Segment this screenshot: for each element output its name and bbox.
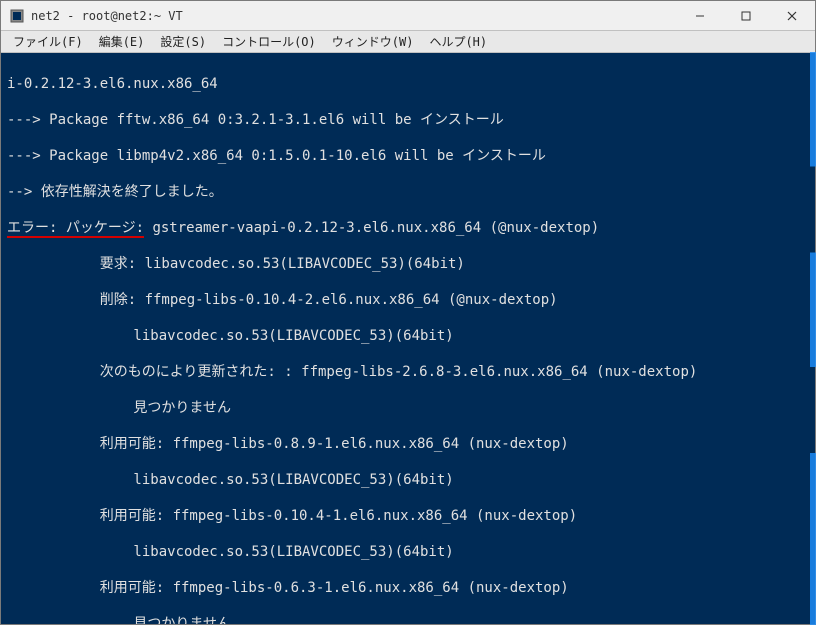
- terminal-line: 見つかりません: [7, 399, 809, 417]
- terminal-line: 要求: libavcodec.so.53(LIBAVCODEC_53)(64bi…: [7, 255, 809, 273]
- menu-edit[interactable]: 編集(E): [91, 31, 153, 52]
- terminal-line: 次のものにより更新された: : ffmpeg-libs-2.6.8-3.el6.…: [7, 363, 809, 381]
- maximize-button[interactable]: [723, 1, 769, 31]
- terminal-line: 利用可能: ffmpeg-libs-0.8.9-1.el6.nux.x86_64…: [7, 435, 809, 453]
- terminal-line: ---> Package fftw.x86_64 0:3.2.1-3.1.el6…: [7, 111, 809, 129]
- terminal-line: i-0.2.12-3.el6.nux.x86_64: [7, 75, 809, 93]
- terminal-line: 見つかりません: [7, 615, 809, 624]
- terminal-line: ---> Package libmp4v2.x86_64 0:1.5.0.1-1…: [7, 147, 809, 165]
- terminal-line: 利用可能: ffmpeg-libs-0.10.4-1.el6.nux.x86_6…: [7, 507, 809, 525]
- terminal-line: libavcodec.so.53(LIBAVCODEC_53)(64bit): [7, 543, 809, 561]
- app-icon: [9, 8, 25, 24]
- menu-control[interactable]: コントロール(O): [214, 31, 324, 52]
- error-rest: gstreamer-vaapi-0.2.12-3.el6.nux.x86_64 …: [144, 220, 599, 236]
- menu-window[interactable]: ウィンドウ(W): [324, 31, 422, 52]
- menu-help[interactable]: ヘルプ(H): [421, 31, 495, 52]
- terminal-line: libavcodec.so.53(LIBAVCODEC_53)(64bit): [7, 471, 809, 489]
- terminal-line: --> 依存性解決を終了しました。: [7, 183, 809, 201]
- terminal-line: libavcodec.so.53(LIBAVCODEC_53)(64bit): [7, 327, 809, 345]
- menu-file[interactable]: ファイル(F): [5, 31, 91, 52]
- desktop-edge-decor: [810, 52, 816, 625]
- terminal-line: 削除: ffmpeg-libs-0.10.4-2.el6.nux.x86_64 …: [7, 291, 809, 309]
- title-controls: [677, 1, 815, 31]
- terminal-window: net2 - root@net2:~ VT ファイル(F) 編集(E) 設定(S…: [0, 0, 816, 625]
- menu-setup[interactable]: 設定(S): [152, 31, 214, 52]
- terminal-line: 利用可能: ffmpeg-libs-0.6.3-1.el6.nux.x86_64…: [7, 579, 809, 597]
- minimize-button[interactable]: [677, 1, 723, 31]
- menu-bar: ファイル(F) 編集(E) 設定(S) コントロール(O) ウィンドウ(W) ヘ…: [1, 31, 815, 53]
- terminal-viewport[interactable]: i-0.2.12-3.el6.nux.x86_64 ---> Package f…: [1, 53, 815, 624]
- close-button[interactable]: [769, 1, 815, 31]
- error-line: エラー: パッケージ: gstreamer-vaapi-0.2.12-3.el6…: [7, 219, 809, 237]
- error-label: エラー: パッケージ:: [7, 220, 144, 238]
- window-title: net2 - root@net2:~ VT: [31, 9, 183, 23]
- title-bar[interactable]: net2 - root@net2:~ VT: [1, 1, 815, 31]
